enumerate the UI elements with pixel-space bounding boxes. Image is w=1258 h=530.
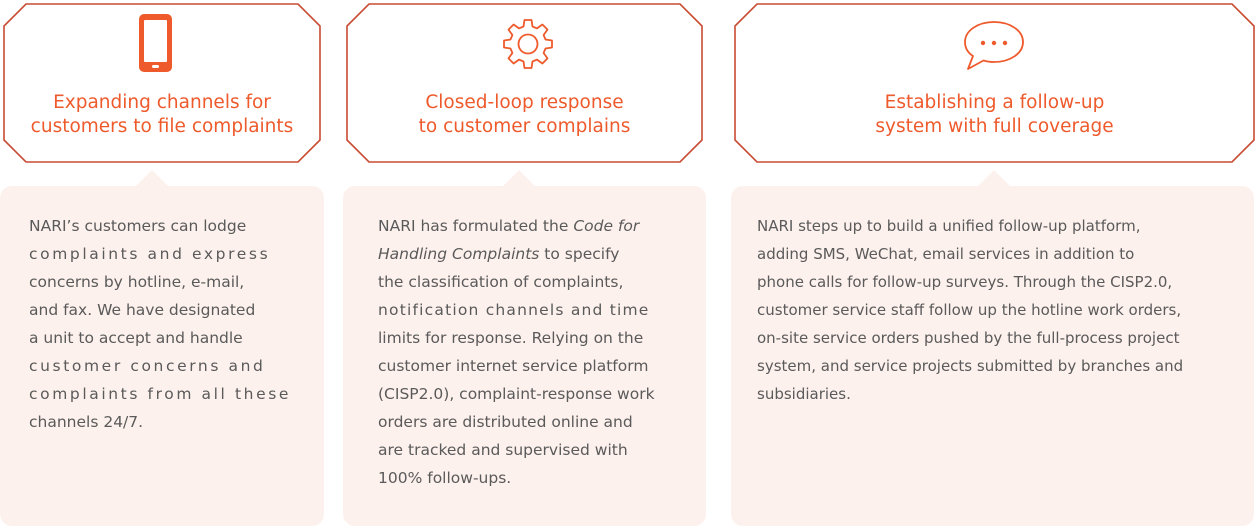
card-body: NARI’s customers can lodge complaints an… <box>29 217 292 431</box>
card-title: Closed-loop response to customer complai… <box>418 92 631 137</box>
card-closed-loop-response: Closed-loop response to customer complai… <box>343 0 706 530</box>
card-body: NARI has formulated the Code for Handlin… <box>378 217 655 487</box>
panel-pointer <box>136 170 168 186</box>
card-complaint-channels: Expanding channels for customers to file… <box>0 0 324 530</box>
card-title: Expanding channels for customers to file… <box>30 92 294 137</box>
speech-bubble-icon <box>964 21 1024 70</box>
panel-pointer <box>978 170 1010 186</box>
card-body: NARI steps up to build a unified follow-… <box>757 217 1184 403</box>
card-follow-up-system: Establishing a follow-up system with ful… <box>731 0 1258 530</box>
gear-icon <box>503 19 553 69</box>
card-title: Establishing a follow-up system with ful… <box>875 92 1114 137</box>
smartphone-icon <box>139 14 172 72</box>
panel-pointer <box>503 170 535 186</box>
